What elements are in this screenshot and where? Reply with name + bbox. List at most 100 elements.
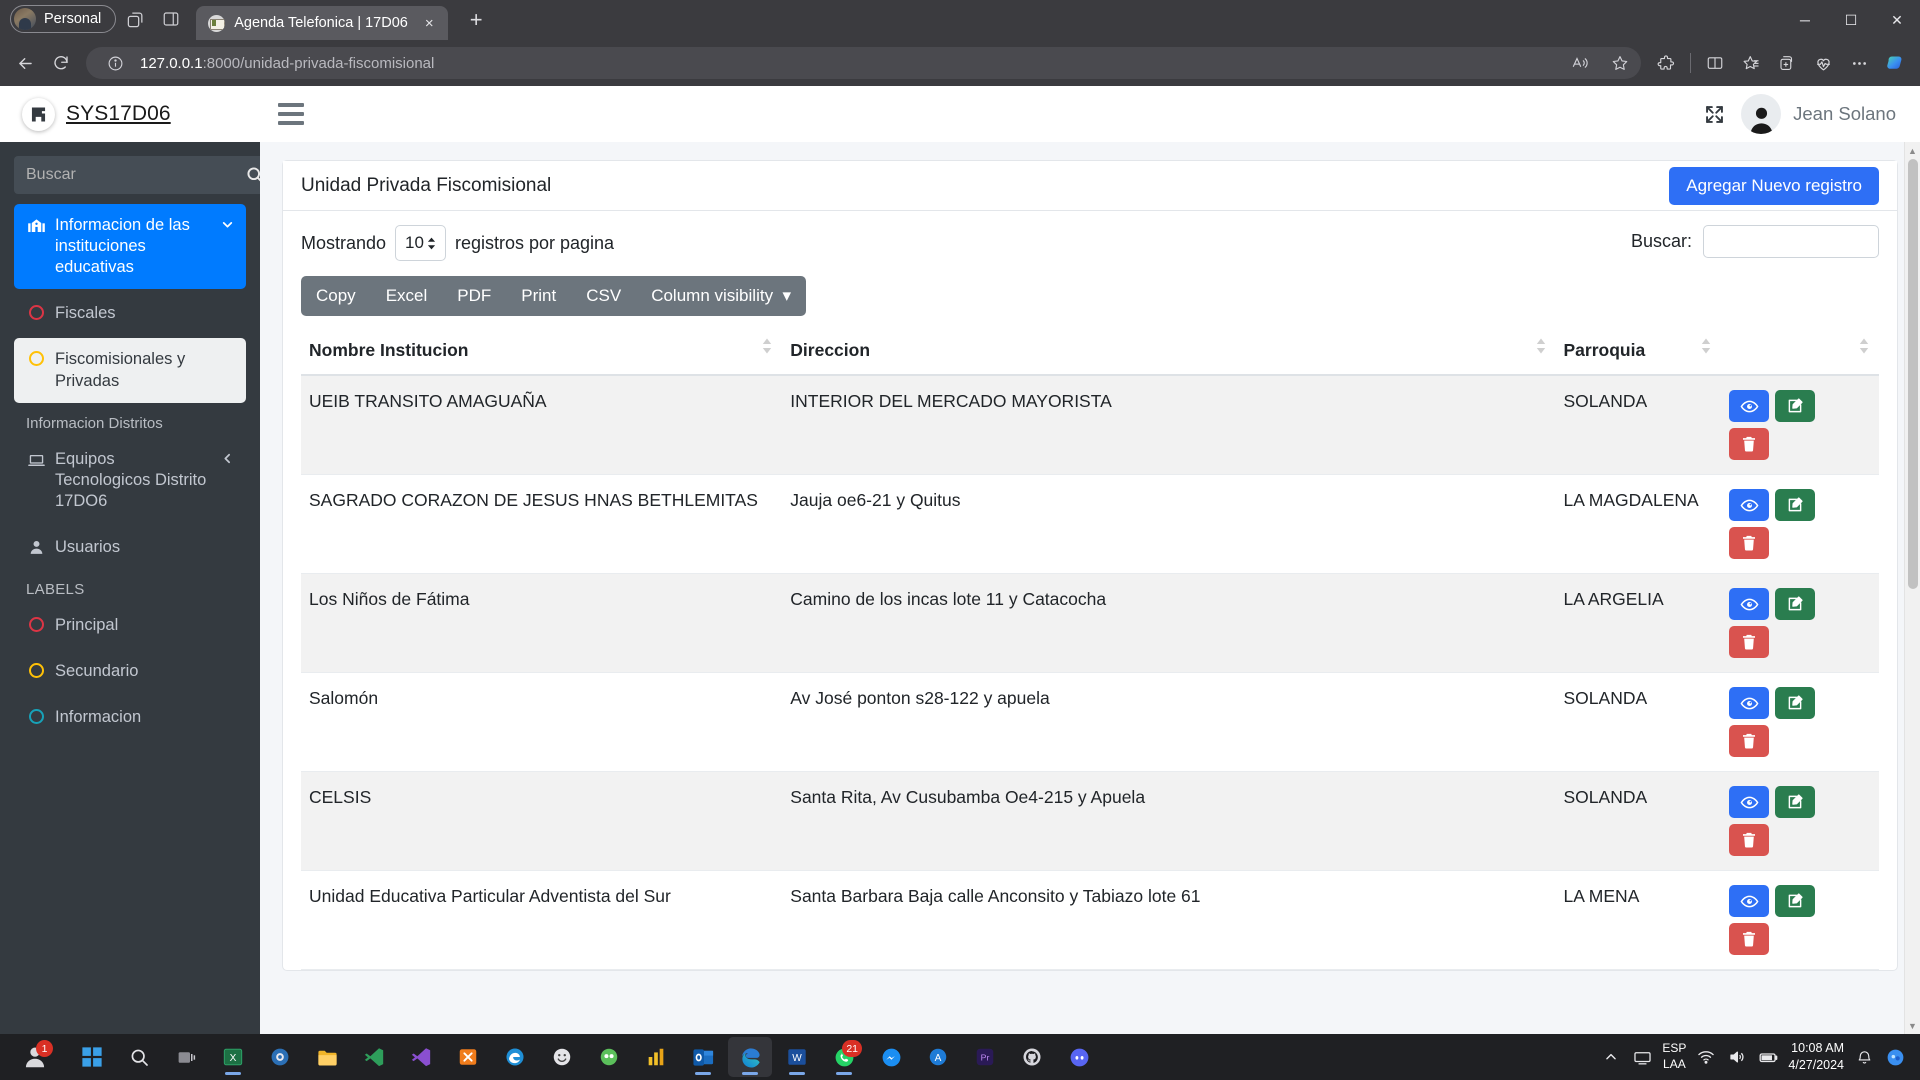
minimize-button[interactable]: ─: [1782, 0, 1828, 40]
site-info-icon[interactable]: [100, 50, 130, 76]
print-button[interactable]: Print: [506, 276, 571, 316]
power-bi-icon[interactable]: [634, 1037, 678, 1077]
sidebar-item-equipos[interactable]: Equipos Tecnologicos Distrito 17DO6: [14, 438, 246, 523]
view-record-button[interactable]: [1729, 588, 1770, 620]
file-explorer-icon[interactable]: [305, 1037, 349, 1077]
task-view-icon[interactable]: [164, 1037, 208, 1077]
column-header-parroquia[interactable]: Parroquia: [1555, 330, 1722, 376]
gmail-meet-icon[interactable]: [587, 1037, 631, 1077]
excel-button[interactable]: Excel: [371, 276, 443, 316]
delete-record-button[interactable]: [1729, 824, 1770, 856]
view-record-button[interactable]: [1729, 885, 1770, 917]
whatsapp-icon[interactable]: 21: [822, 1037, 866, 1077]
sidebar-item-fiscales[interactable]: Fiscales: [14, 292, 246, 335]
edit-record-button[interactable]: [1775, 786, 1816, 818]
premiere-pro-icon[interactable]: Pr: [963, 1037, 1007, 1077]
edit-record-button[interactable]: [1775, 489, 1816, 521]
extensions-icon[interactable]: [1649, 47, 1683, 79]
avatar[interactable]: [1741, 94, 1782, 134]
sidebar-item-instituciones[interactable]: Informacion de las instituciones educati…: [14, 204, 246, 290]
tab-actions-icon[interactable]: [118, 4, 152, 34]
projector-display-icon[interactable]: [1631, 1046, 1653, 1068]
brand-header[interactable]: SYS17D06: [0, 86, 260, 142]
view-record-button[interactable]: [1729, 687, 1770, 719]
github-icon[interactable]: [1010, 1037, 1054, 1077]
battery-icon[interactable]: [1757, 1046, 1779, 1068]
browser-essentials-icon[interactable]: [1806, 47, 1840, 79]
discord-icon[interactable]: [1057, 1037, 1101, 1077]
split-screen-icon[interactable]: [1698, 47, 1732, 79]
sidebar-toggle-icon[interactable]: [154, 4, 188, 34]
page-scrollbar[interactable]: ▲ ▼: [1904, 142, 1920, 1034]
expand-arrows-icon[interactable]: [1699, 99, 1729, 129]
tab-close-icon[interactable]: ×: [418, 12, 440, 34]
delete-record-button[interactable]: [1729, 626, 1770, 658]
csv-button[interactable]: CSV: [571, 276, 636, 316]
volume-icon[interactable]: [1726, 1046, 1748, 1068]
edit-record-button[interactable]: [1775, 390, 1816, 422]
emoji-app-icon[interactable]: [540, 1037, 584, 1077]
wifi-icon[interactable]: [1695, 1046, 1717, 1068]
profile-button[interactable]: Personal: [10, 5, 117, 33]
outlook-icon[interactable]: [681, 1037, 725, 1077]
messenger-icon[interactable]: [869, 1037, 913, 1077]
edge-icon[interactable]: [728, 1037, 772, 1077]
copilot-icon[interactable]: [1878, 47, 1912, 79]
copilot-tray-icon[interactable]: [1884, 1046, 1906, 1068]
scroll-up-icon[interactable]: ▲: [1905, 142, 1920, 159]
read-aloud-icon[interactable]: [1565, 50, 1595, 76]
antivirus-icon[interactable]: A: [916, 1037, 960, 1077]
view-record-button[interactable]: [1729, 786, 1770, 818]
page-length-select[interactable]: 10: [395, 225, 446, 261]
sidebar-item-principal[interactable]: Principal: [14, 604, 246, 647]
address-bar[interactable]: 127.0.0.1:8000/unidad-privada-fiscomisio…: [86, 47, 1641, 79]
edge-legacy-icon[interactable]: [493, 1037, 537, 1077]
sidebar-item-informacion[interactable]: Informacion: [14, 696, 246, 739]
favorite-star-icon[interactable]: [1605, 50, 1635, 76]
edit-record-button[interactable]: [1775, 588, 1816, 620]
sidebar-item-usuarios[interactable]: Usuarios: [14, 526, 246, 569]
search-icon[interactable]: [117, 1037, 161, 1077]
word-icon[interactable]: W: [775, 1037, 819, 1077]
blender-icon[interactable]: [258, 1037, 302, 1077]
delete-record-button[interactable]: [1729, 428, 1770, 460]
collections-icon[interactable]: [1734, 47, 1768, 79]
view-record-button[interactable]: [1729, 489, 1770, 521]
user-account-icon[interactable]: 1: [13, 1037, 57, 1077]
edit-record-button[interactable]: [1775, 687, 1816, 719]
column-visibility-button[interactable]: Column visibility ▾: [636, 276, 806, 316]
column-header-direccion[interactable]: Direccion: [782, 330, 1556, 376]
sidebar-item-secundario[interactable]: Secundario: [14, 650, 246, 693]
windows-start-icon[interactable]: [70, 1037, 114, 1077]
edit-record-button[interactable]: [1775, 885, 1816, 917]
taskbar-clock[interactable]: 10:08 AM 4/27/2024: [1788, 1040, 1844, 1074]
excel-icon[interactable]: X: [211, 1037, 255, 1077]
visual-studio-icon[interactable]: [399, 1037, 443, 1077]
xampp-icon[interactable]: [446, 1037, 490, 1077]
back-icon[interactable]: [8, 47, 42, 79]
maximize-button[interactable]: ☐: [1828, 0, 1874, 40]
vs-code-insiders-icon[interactable]: [352, 1037, 396, 1077]
view-record-button[interactable]: [1729, 390, 1770, 422]
add-to-collection-icon[interactable]: [1770, 47, 1804, 79]
hamburger-icon[interactable]: [278, 103, 304, 125]
sidebar-search-button[interactable]: [244, 156, 260, 194]
add-record-button[interactable]: Agregar Nuevo registro: [1669, 166, 1879, 205]
browser-tab[interactable]: Agenda Telefonica | 17D06 ×: [196, 6, 449, 40]
scroll-down-icon[interactable]: ▼: [1905, 1017, 1920, 1034]
new-tab-button[interactable]: +: [460, 4, 492, 36]
language-indicator[interactable]: ESP LAA: [1662, 1041, 1686, 1072]
copy-button[interactable]: Copy: [301, 276, 371, 316]
delete-record-button[interactable]: [1729, 923, 1770, 955]
settings-more-icon[interactable]: [1842, 47, 1876, 79]
reload-icon[interactable]: [44, 47, 78, 79]
table-search-input[interactable]: [1703, 225, 1879, 258]
delete-record-button[interactable]: [1729, 725, 1770, 757]
close-window-button[interactable]: ✕: [1874, 0, 1920, 40]
sidebar-item-fiscomisionales[interactable]: Fiscomisionales y Privadas: [14, 338, 246, 403]
pdf-button[interactable]: PDF: [442, 276, 506, 316]
notification-bell-icon[interactable]: [1853, 1046, 1875, 1068]
column-header-actions[interactable]: [1721, 330, 1879, 376]
scrollbar-thumb[interactable]: [1908, 159, 1918, 589]
show-hidden-icons-icon[interactable]: [1600, 1046, 1622, 1068]
